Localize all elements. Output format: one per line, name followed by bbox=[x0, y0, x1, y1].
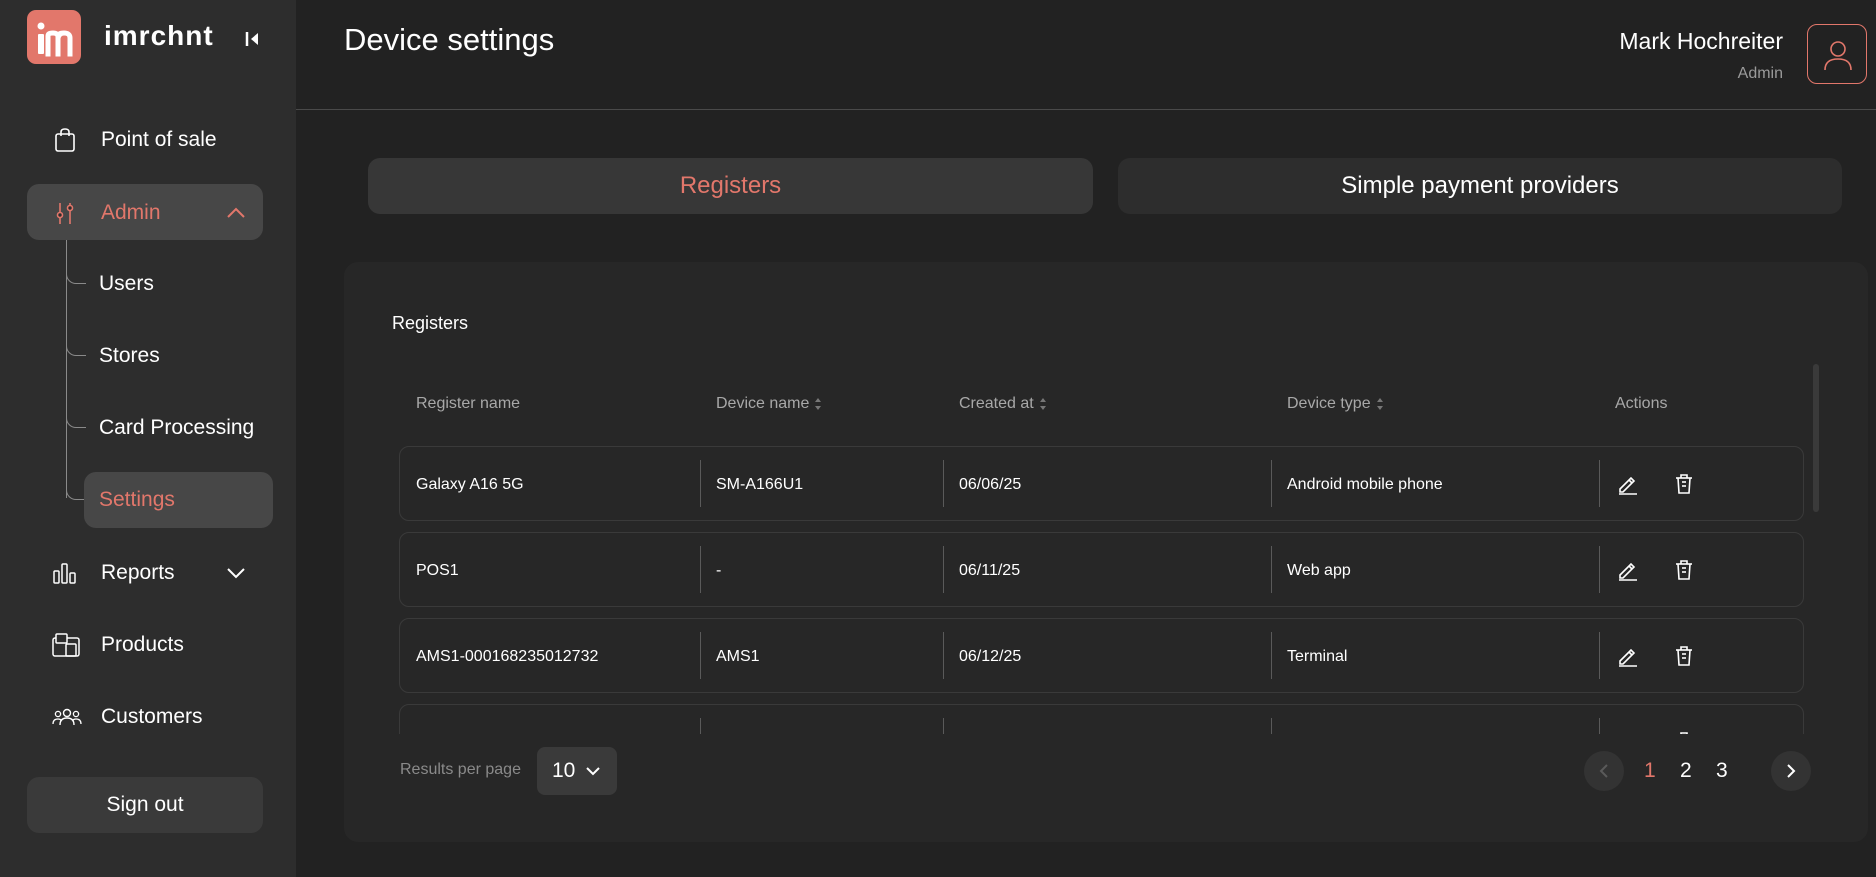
column-separator bbox=[1271, 718, 1272, 734]
cell-device-name: SM-A166U1 bbox=[716, 476, 804, 493]
column-separator bbox=[700, 460, 701, 507]
cell-created-at: 06/11/25 bbox=[959, 562, 1021, 579]
previous-page-button[interactable] bbox=[1584, 751, 1624, 791]
column-separator bbox=[1271, 546, 1272, 593]
table-rows-viewport: Galaxy A16 5G SM-A166U1 06/06/25 Android… bbox=[344, 262, 1868, 734]
collapse-icon bbox=[245, 32, 258, 46]
user-role: Admin bbox=[1737, 65, 1783, 82]
sidebar-item-customers[interactable]: Customers bbox=[27, 688, 263, 744]
edit-icon[interactable] bbox=[1616, 558, 1640, 582]
sidebar-item-label: Admin bbox=[101, 201, 161, 224]
cell-device-type: Android mobile phone bbox=[1287, 476, 1443, 493]
trash-icon[interactable] bbox=[1672, 558, 1696, 582]
edit-icon[interactable] bbox=[1616, 472, 1640, 496]
products-icon bbox=[52, 632, 80, 658]
sidebar-item-label: Point of sale bbox=[101, 128, 217, 151]
registers-card: Registers Register name Device name Crea… bbox=[344, 262, 1868, 842]
edit-icon[interactable] bbox=[1616, 644, 1640, 668]
results-per-page-select[interactable]: 10 bbox=[537, 747, 617, 795]
column-separator bbox=[1271, 632, 1272, 679]
column-separator bbox=[700, 632, 701, 679]
app-logo bbox=[27, 10, 81, 64]
chevron-down-icon bbox=[586, 767, 600, 776]
chevron-left-icon bbox=[1599, 764, 1608, 778]
results-per-page-label: Results per page bbox=[400, 761, 521, 778]
trash-icon[interactable] bbox=[1672, 644, 1696, 668]
next-page-button[interactable] bbox=[1771, 751, 1811, 791]
sidebar: imrchnt Point of sale Admin Users Stores… bbox=[0, 0, 296, 877]
cell-register-name: AMS1-000168235012732 bbox=[416, 648, 599, 665]
cell-created-at: 06/06/25 bbox=[959, 476, 1022, 493]
trash-icon[interactable] bbox=[1672, 472, 1696, 496]
sign-out-button[interactable]: Sign out bbox=[27, 777, 263, 833]
customers-icon bbox=[52, 704, 82, 730]
header-divider bbox=[296, 109, 1876, 110]
column-separator bbox=[943, 546, 944, 593]
cell-device-name: - bbox=[716, 562, 722, 579]
sidebar-subitem-settings[interactable]: Settings bbox=[84, 472, 273, 528]
sidebar-item-reports[interactable]: Reports bbox=[27, 544, 263, 600]
column-separator bbox=[943, 460, 944, 507]
cell-register-name: POS1 bbox=[416, 562, 459, 579]
chevron-up-icon bbox=[225, 202, 247, 224]
table-row bbox=[399, 704, 1804, 734]
sidebar-item-admin[interactable]: Admin bbox=[27, 184, 263, 240]
tree-branch bbox=[66, 416, 86, 428]
chevron-right-icon bbox=[1787, 764, 1796, 778]
sidebar-item-label: Reports bbox=[101, 561, 175, 584]
column-separator bbox=[1271, 460, 1272, 507]
sidebar-item-label: Customers bbox=[101, 705, 203, 728]
table-row: POS1 - 06/11/25 Web app bbox=[399, 532, 1804, 607]
sidebar-subitem-label: Stores bbox=[99, 344, 160, 367]
page-3-button[interactable]: 3 bbox=[1716, 759, 1728, 783]
table-row: Galaxy A16 5G SM-A166U1 06/06/25 Android… bbox=[399, 446, 1804, 521]
tab-registers[interactable]: Registers bbox=[368, 158, 1093, 214]
cell-device-type: Web app bbox=[1287, 562, 1351, 579]
column-separator bbox=[1599, 460, 1600, 507]
trash-icon[interactable] bbox=[1672, 730, 1696, 734]
sidebar-item-point-of-sale[interactable]: Point of sale bbox=[27, 111, 263, 167]
sliders-icon bbox=[52, 200, 78, 226]
chevron-down-icon bbox=[225, 562, 247, 584]
sidebar-item-products[interactable]: Products bbox=[27, 616, 263, 672]
sidebar-subitem-stores[interactable]: Stores bbox=[84, 328, 264, 384]
cell-device-type: Terminal bbox=[1287, 648, 1348, 665]
column-separator bbox=[700, 718, 701, 734]
table-row: AMS1-000168235012732 AMS1 06/12/25 Termi… bbox=[399, 618, 1804, 693]
tree-branch bbox=[66, 344, 86, 356]
sidebar-subitem-users[interactable]: Users bbox=[84, 256, 264, 312]
collapse-sidebar-button[interactable] bbox=[242, 28, 264, 50]
results-per-page-value: 10 bbox=[552, 759, 576, 782]
column-separator bbox=[1599, 546, 1600, 593]
sidebar-item-label: Products bbox=[101, 633, 184, 656]
page-title: Device settings bbox=[344, 22, 555, 57]
column-separator bbox=[1599, 718, 1600, 734]
cell-device-name: AMS1 bbox=[716, 648, 760, 665]
logo-mark-icon bbox=[37, 22, 73, 57]
sidebar-subitem-label: Settings bbox=[99, 488, 175, 511]
brand-name: imrchnt bbox=[104, 20, 214, 51]
tab-simple-payment-providers[interactable]: Simple payment providers bbox=[1118, 158, 1842, 214]
sidebar-subitem-label: Card Processing bbox=[99, 416, 255, 439]
edit-icon[interactable] bbox=[1616, 730, 1640, 734]
cell-created-at: 06/12/25 bbox=[959, 648, 1022, 665]
tree-branch bbox=[66, 488, 86, 500]
sidebar-subitem-label: Users bbox=[99, 272, 154, 295]
column-separator bbox=[700, 546, 701, 593]
sidebar-subitem-card-processing[interactable]: Card Processing bbox=[84, 400, 284, 456]
tree-branch bbox=[66, 272, 86, 284]
column-separator bbox=[1599, 632, 1600, 679]
page-2-button[interactable]: 2 bbox=[1680, 759, 1692, 783]
cell-register-name: Galaxy A16 5G bbox=[416, 476, 524, 493]
user-avatar-button[interactable] bbox=[1807, 24, 1867, 84]
user-name: Mark Hochreiter bbox=[1619, 28, 1783, 54]
column-separator bbox=[943, 632, 944, 679]
user-icon bbox=[1824, 41, 1852, 71]
page-1-button[interactable]: 1 bbox=[1644, 759, 1656, 783]
shopping-bag-icon bbox=[52, 127, 78, 153]
bar-chart-icon bbox=[52, 560, 78, 586]
column-separator bbox=[943, 718, 944, 734]
